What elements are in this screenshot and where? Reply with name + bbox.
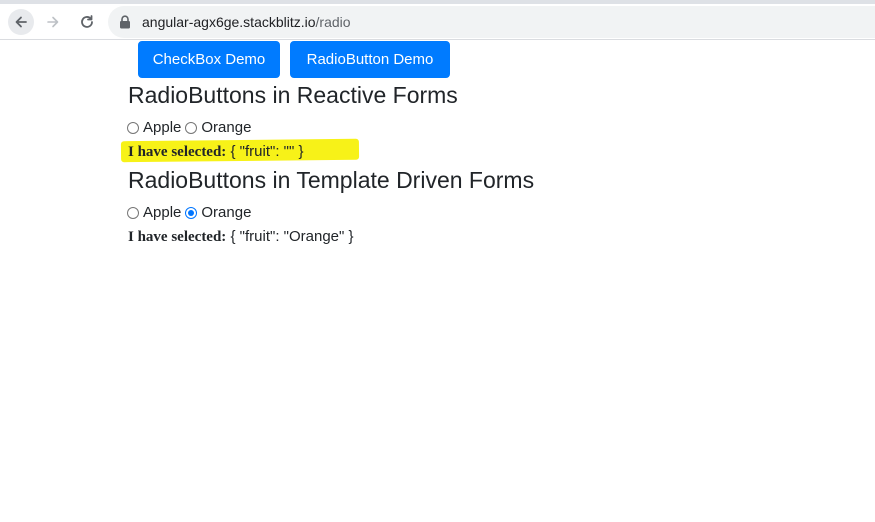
reactive-forms-heading: RadioButtons in Reactive Forms <box>128 82 458 108</box>
reactive-selected-output: I have selected: { "fruit": "" } <box>128 143 303 161</box>
back-button[interactable] <box>8 9 34 35</box>
url-host: angular-agx6ge.stackblitz.io <box>142 14 316 30</box>
reactive-radio-group: Apple Orange <box>127 119 255 136</box>
reactive-apple-radio[interactable] <box>127 121 139 134</box>
reactive-orange-radio[interactable] <box>185 121 198 134</box>
template-selected-label: I have selected: <box>128 229 227 245</box>
forward-button[interactable] <box>40 9 66 35</box>
template-selected-output: I have selected: { "fruit": "Orange" } <box>128 228 354 246</box>
browser-toolbar: angular-agx6ge.stackblitz.io/radio <box>0 0 875 40</box>
reactive-selected-value: { "fruit": "" } <box>230 143 304 160</box>
template-forms-heading: RadioButtons in Template Driven Forms <box>128 167 535 193</box>
back-arrow-icon <box>15 16 27 28</box>
lock-icon[interactable] <box>118 14 132 30</box>
template-orange-radio[interactable] <box>185 206 198 219</box>
template-radio-group: Apple Orange <box>127 204 255 221</box>
reactive-apple-label[interactable]: Apple <box>143 119 181 136</box>
tab-strip-edge <box>0 0 875 4</box>
reload-icon <box>81 15 93 28</box>
url-path: /radio <box>315 14 351 30</box>
page-content: CheckBox Demo RadioButton Demo RadioButt… <box>0 40 875 522</box>
reload-button[interactable] <box>74 9 100 35</box>
template-apple-radio[interactable] <box>127 206 139 219</box>
template-apple-label[interactable]: Apple <box>143 204 181 221</box>
radiobutton-demo-button[interactable]: RadioButton Demo <box>290 41 450 78</box>
reactive-orange-label[interactable]: Orange <box>201 119 251 136</box>
reactive-selected-label: I have selected: <box>128 144 227 160</box>
template-selected-value: { "fruit": "Orange" } <box>230 228 354 245</box>
checkbox-demo-button[interactable]: CheckBox Demo <box>138 41 280 78</box>
address-bar[interactable]: angular-agx6ge.stackblitz.io/radio <box>108 6 875 38</box>
template-orange-label[interactable]: Orange <box>201 204 251 221</box>
forward-arrow-icon <box>47 16 59 28</box>
